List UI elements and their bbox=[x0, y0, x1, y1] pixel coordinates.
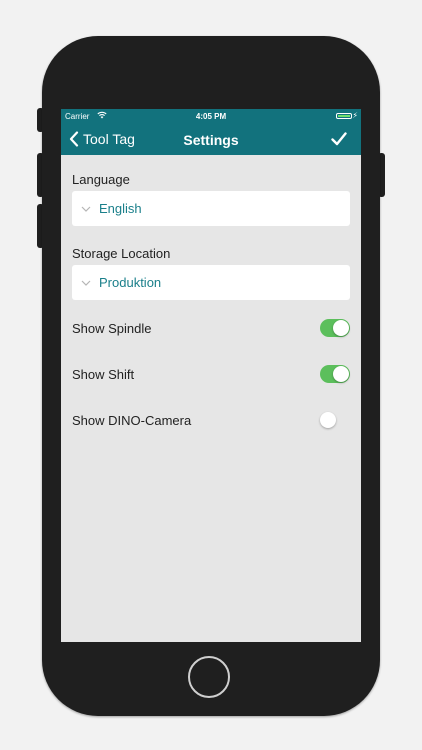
show-spindle-label: Show Spindle bbox=[72, 320, 152, 336]
show-dino-camera-label: Show DINO-Camera bbox=[72, 412, 192, 428]
storage-location-picker[interactable]: Produktion bbox=[72, 265, 350, 300]
battery-icon bbox=[336, 113, 352, 119]
charging-icon: ⚡ bbox=[352, 111, 358, 120]
storage-location-value: Produktion bbox=[99, 275, 162, 290]
toggle-row-show-dino-camera: Show DINO-Camera bbox=[72, 409, 350, 431]
storage-location-label: Storage Location bbox=[72, 246, 171, 261]
show-shift-label: Show Shift bbox=[72, 366, 135, 382]
toggle-row-show-spindle: Show Spindle bbox=[72, 317, 350, 339]
show-shift-switch[interactable] bbox=[320, 365, 350, 383]
chevron-down-icon bbox=[81, 206, 91, 212]
status-time: 4:05 PM bbox=[195, 112, 227, 121]
status-bar: Carrier 4:05 PM ⚡ bbox=[61, 109, 361, 124]
language-label: Language bbox=[72, 172, 130, 187]
home-button bbox=[188, 656, 230, 698]
app-screen: Carrier 4:05 PM ⚡ Tool Tag Settings Lang… bbox=[61, 109, 361, 642]
navigation-bar: Tool Tag Settings bbox=[61, 124, 361, 155]
chevron-down-icon bbox=[81, 280, 91, 286]
show-spindle-switch[interactable] bbox=[320, 319, 350, 337]
toggle-row-show-shift: Show Shift bbox=[72, 363, 350, 385]
show-dino-camera-switch[interactable] bbox=[320, 411, 350, 429]
language-value: English bbox=[99, 201, 142, 216]
checkmark-icon[interactable] bbox=[331, 131, 347, 147]
page-title: Settings bbox=[183, 132, 239, 148]
language-picker[interactable]: English bbox=[72, 191, 350, 226]
